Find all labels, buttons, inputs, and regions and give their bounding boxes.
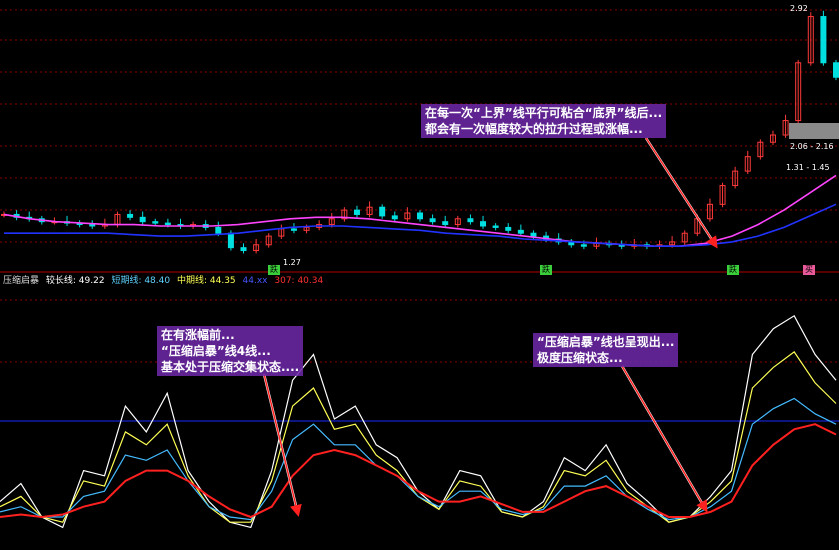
indicator-value: 307: 40.34 — [274, 276, 324, 286]
high-price-label: 2.92 — [790, 4, 808, 13]
signal-tag: 跌 — [268, 265, 280, 275]
candle — [152, 221, 159, 224]
annotation-arrows — [262, 137, 718, 517]
indicator-name: 压缩启暴 — [3, 276, 40, 286]
indicator-value: 短期线: 48.40 — [111, 276, 171, 286]
candle — [164, 222, 171, 226]
candle — [467, 218, 474, 223]
indicator-line — [0, 423, 837, 519]
candle — [833, 62, 839, 78]
price-box — [789, 123, 839, 139]
indicator-value: 较长线: 49.22 — [45, 276, 105, 286]
candle — [505, 226, 512, 231]
range-price-label: 2.06 - 2.16 — [790, 142, 834, 151]
candle — [127, 213, 134, 218]
annotation-left: 在有涨幅前... “压缩启暴”线4线... 基本处于压缩交集状态.... — [157, 326, 304, 376]
range-price-label-2: 1.31 - 1.45 — [786, 163, 830, 172]
candle — [139, 216, 146, 223]
candle — [530, 232, 537, 237]
annotation-right: “压缩启暴”线也呈现出... 极度压缩状态... — [533, 333, 679, 367]
annotation-upper: 在每一次“上界”线平行可粘合“底界”线后... 都会有一次幅度较大的拉升过程或涨幅… — [421, 104, 667, 138]
candle — [391, 215, 398, 220]
candle — [379, 206, 386, 217]
candle — [227, 232, 234, 249]
chart-canvas — [0, 9, 839, 529]
signal-tag: 买 — [803, 265, 815, 275]
indicator-value: 中期线: 44.35 — [176, 276, 236, 286]
candle — [290, 228, 297, 231]
candle — [215, 226, 222, 234]
indicator-header: 压缩启暴 较长线: 49.22 短期线: 48.40 中期线: 44.35 44… — [3, 276, 323, 287]
candle — [492, 225, 499, 228]
indicator-value: 44.xx — [242, 276, 268, 286]
annotation-arrow — [645, 137, 718, 249]
signal-tag: 跌 — [727, 265, 739, 275]
candlestick-series — [1, 10, 839, 254]
candle — [240, 247, 247, 252]
candle — [89, 224, 96, 227]
candle — [417, 212, 423, 220]
low-price-label: 1.27 — [283, 258, 301, 267]
candle — [353, 209, 360, 215]
candle — [517, 229, 524, 234]
signal-tag: 跌 — [540, 265, 552, 275]
candle — [442, 221, 449, 226]
annotation-arrow — [621, 365, 708, 513]
candle — [580, 244, 587, 247]
chart-window: 2.92 2.06 - 2.16 1.31 - 1.45 1.27 跌 跌 跌 … — [0, 0, 839, 550]
candle — [820, 16, 827, 64]
candle — [480, 221, 487, 227]
line-series — [0, 174, 837, 529]
candle — [429, 218, 436, 223]
